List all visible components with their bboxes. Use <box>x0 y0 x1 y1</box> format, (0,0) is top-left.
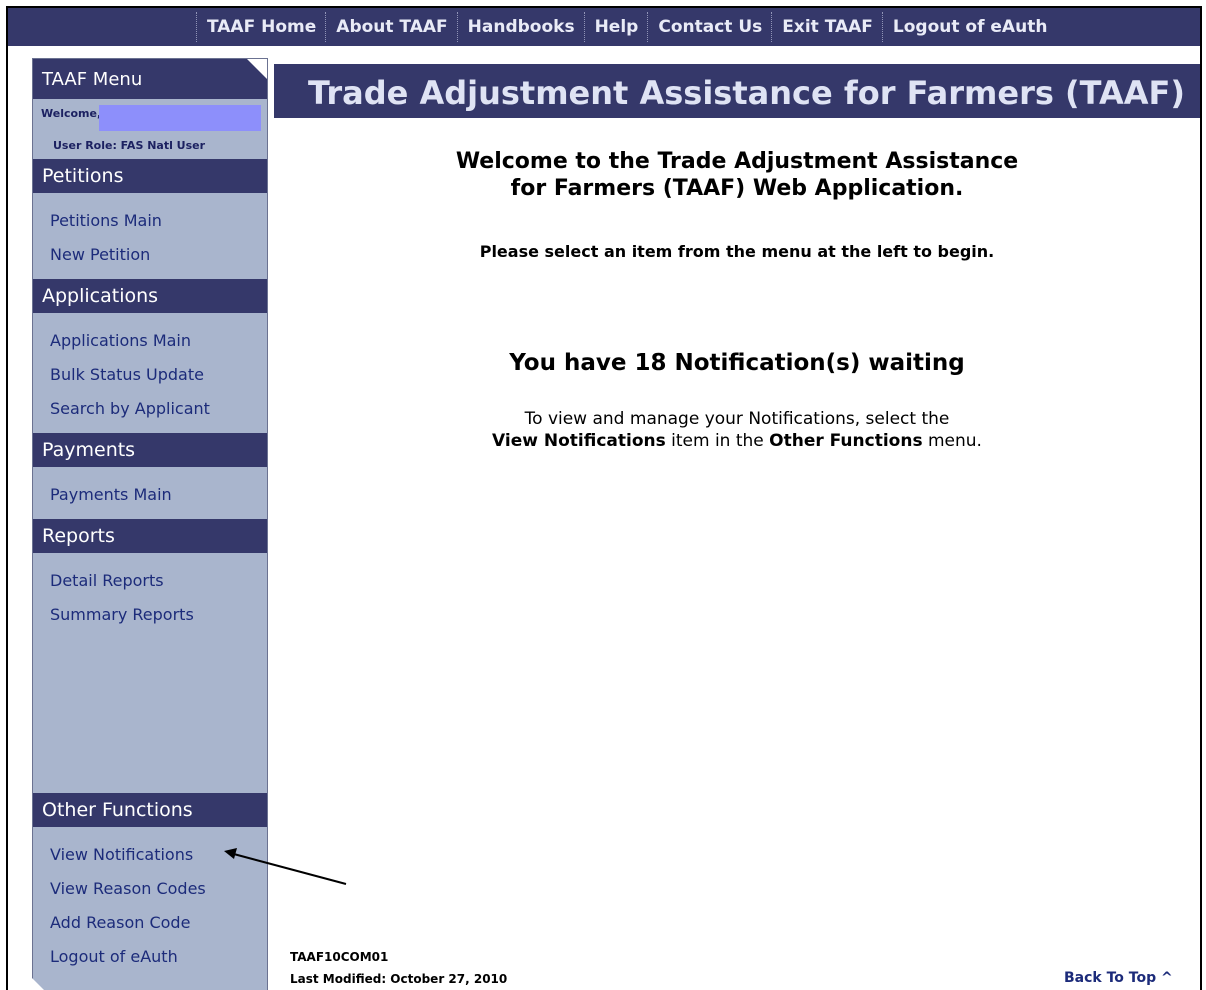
sidebar-item-summary-reports[interactable]: Summary Reports <box>50 605 194 624</box>
nav-exit-taaf[interactable]: Exit TAAF <box>773 17 882 37</box>
nav-help[interactable]: Help <box>586 17 648 37</box>
nav-logout-eauth[interactable]: Logout of eAuth <box>884 17 1057 37</box>
nav-contact-us[interactable]: Contact Us <box>649 17 771 37</box>
sidebar-item-search-by-applicant[interactable]: Search by Applicant <box>50 399 210 418</box>
welcome-row: Welcome, <box>33 101 267 131</box>
notification-heading: You have 18 Notification(s) waiting <box>509 350 965 376</box>
instruction-text: Please select an item from the menu at t… <box>479 242 995 261</box>
sidebar-item-view-notifications[interactable]: View Notifications <box>50 845 193 864</box>
page-title: Trade Adjustment Assistance for Farmers … <box>308 74 1186 112</box>
annotation-arrow-icon <box>224 848 347 885</box>
sidebar-item-payments-main[interactable]: Payments Main <box>50 485 172 504</box>
user-role: User Role: FAS Natl User <box>53 139 206 152</box>
top-navigation-bar: TAAF Home About TAAF Handbooks Help Cont… <box>8 8 1200 46</box>
last-modified: Last Modified: October 27, 2010 <box>290 972 508 986</box>
nav-about-taaf[interactable]: About TAAF <box>327 17 456 37</box>
user-name-redacted <box>99 105 261 131</box>
welcome-label: Welcome, <box>41 107 102 120</box>
welcome-heading: Welcome to the Trade Adjustment Assistan… <box>455 149 1019 201</box>
page-code: TAAF10COM01 <box>290 950 389 964</box>
sidebar-item-bulk-status-update[interactable]: Bulk Status Update <box>50 365 204 384</box>
nav-taaf-home[interactable]: TAAF Home <box>198 17 325 37</box>
page-title-banner: Trade Adjustment Assistance for Farmers … <box>274 64 1200 118</box>
sidebar-item-detail-reports[interactable]: Detail Reports <box>50 571 164 590</box>
sidebar-item-petitions-main[interactable]: Petitions Main <box>50 211 162 230</box>
section-header-applications: Applications <box>33 279 267 313</box>
notification-instructions: To view and manage your Notifications, s… <box>492 409 982 451</box>
sidebar-item-logout-eauth[interactable]: Logout of eAuth <box>50 947 178 966</box>
section-header-payments: Payments <box>33 433 267 467</box>
section-header-petitions: Petitions <box>33 159 267 193</box>
sidebar-item-view-reason-codes[interactable]: View Reason Codes <box>50 879 206 898</box>
sidebar-item-new-petition[interactable]: New Petition <box>50 245 150 264</box>
section-header-reports: Reports <box>33 519 267 553</box>
sidebar-item-applications-main[interactable]: Applications Main <box>50 331 191 350</box>
sidebar-item-add-reason-code[interactable]: Add Reason Code <box>50 913 190 932</box>
back-to-top-link[interactable]: Back To Top ^ <box>1064 970 1173 986</box>
sidebar-menu-title: TAAF Menu <box>33 59 267 99</box>
nav-handbooks[interactable]: Handbooks <box>459 17 584 37</box>
section-header-other-functions: Other Functions <box>33 793 267 827</box>
